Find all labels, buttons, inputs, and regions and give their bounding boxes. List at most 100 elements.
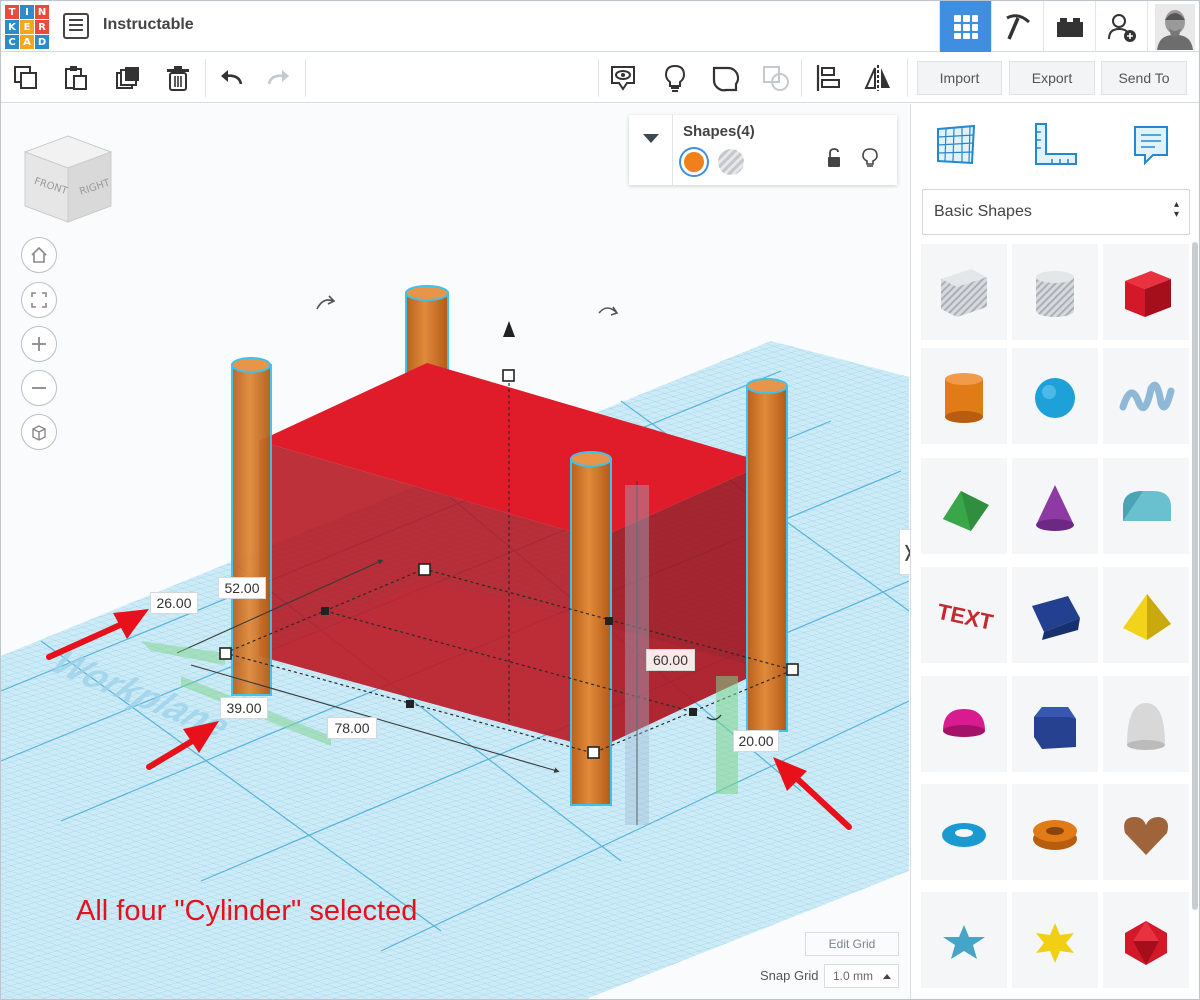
- shape-tile-pyramid[interactable]: [1103, 567, 1189, 663]
- dim-elevation-label[interactable]: 20.00: [733, 730, 779, 752]
- dim-width-label[interactable]: 78.00: [327, 717, 377, 739]
- cylinder-right[interactable]: [746, 378, 788, 732]
- toolbar-divider: [801, 59, 802, 97]
- shape-tile-torus[interactable]: [921, 784, 1007, 880]
- edit-toolbar: Import Export Send To: [1, 53, 1199, 103]
- workplane-canvas[interactable]: Workplane FRONT RIGHT 52.00 26.00 39.00 …: [1, 104, 909, 1000]
- text-icon: TEXT: [935, 599, 996, 635]
- solid-color-swatch[interactable]: [681, 149, 707, 175]
- notes-panel-icon: [1134, 126, 1168, 166]
- undo-button[interactable]: [212, 59, 250, 97]
- redo-button[interactable]: [260, 59, 298, 97]
- invite-user-button[interactable]: [1095, 1, 1147, 52]
- hole-swatch[interactable]: [718, 149, 744, 175]
- align-button[interactable]: [809, 59, 847, 97]
- pickaxe-icon: [1005, 13, 1030, 40]
- library-scrollbar[interactable]: [1192, 242, 1198, 910]
- fit-view-button[interactable]: [21, 282, 57, 318]
- shape-tile-icosahedron[interactable]: [1103, 892, 1189, 988]
- design-title[interactable]: Instructable: [103, 16, 194, 34]
- shape-tile-heart[interactable]: [1103, 784, 1189, 880]
- delete-button[interactable]: [159, 59, 197, 97]
- shape-library-select[interactable]: Basic Shapes: [922, 189, 1190, 235]
- view-cube[interactable]: FRONT RIGHT: [23, 134, 113, 224]
- zoom-in-button[interactable]: [21, 326, 57, 362]
- tab-bricks[interactable]: [1043, 1, 1095, 52]
- zoom-out-button[interactable]: [21, 370, 57, 406]
- inspector-collapse-button[interactable]: [629, 115, 673, 185]
- rotate-handle-icon[interactable]: [316, 295, 336, 310]
- logo-letter: D: [35, 35, 49, 49]
- align-icon: [816, 65, 840, 91]
- workplane-tab[interactable]: [926, 116, 986, 174]
- duplicate-button[interactable]: [109, 59, 147, 97]
- copy-button[interactable]: [7, 59, 45, 97]
- shape-tile-cylinder[interactable]: [921, 348, 1007, 444]
- tab-3d-design[interactable]: [939, 1, 991, 52]
- shape-tile-wedge[interactable]: [1012, 567, 1098, 663]
- import-button[interactable]: Import: [917, 61, 1002, 95]
- light-bulb-icon[interactable]: [862, 148, 878, 168]
- shape-tile-cone[interactable]: [1012, 458, 1098, 554]
- paste-button[interactable]: [57, 59, 95, 97]
- group-button[interactable]: [707, 59, 745, 97]
- cylinder-left[interactable]: [231, 357, 272, 696]
- pyramid-icon: [1123, 594, 1171, 640]
- zoom-out-icon: [32, 387, 46, 389]
- 3d-scene[interactable]: Workplane: [1, 104, 909, 1000]
- shape-tile-box-hole[interactable]: [921, 244, 1007, 340]
- svg-text:TEXT: TEXT: [935, 599, 996, 635]
- shape-tile-scribble[interactable]: [1103, 348, 1189, 444]
- scribble-icon: [1119, 381, 1175, 412]
- paste-icon: [65, 66, 87, 90]
- dim-position-y-label[interactable]: 39.00: [220, 697, 268, 719]
- tab-blocks[interactable]: [991, 1, 1043, 52]
- fit-view-icon: [31, 292, 47, 308]
- notes-toggle-button[interactable]: [656, 59, 694, 97]
- annotation-text: All four "Cylinder" selected: [76, 895, 418, 927]
- shape-tile-sphere[interactable]: [1012, 348, 1098, 444]
- shape-tile-roof[interactable]: [921, 458, 1007, 554]
- lift-arrow-icon[interactable]: [503, 321, 515, 337]
- shape-inspector: Shapes(4): [629, 115, 897, 185]
- ruler-tab[interactable]: [1025, 116, 1085, 174]
- shape-tile-half-sphere[interactable]: [921, 676, 1007, 772]
- edit-grid-button[interactable]: Edit Grid: [805, 932, 899, 956]
- shape-tile-star[interactable]: [921, 892, 1007, 988]
- shape-tile-round-roof[interactable]: [1103, 458, 1189, 554]
- dim-position-x-label[interactable]: 26.00: [150, 592, 198, 614]
- cylinder-back-left[interactable]: [405, 285, 449, 374]
- add-user-icon: [1107, 13, 1136, 42]
- shape-tile-box[interactable]: [1103, 244, 1189, 340]
- logo-letter: C: [5, 35, 19, 49]
- shape-tile-text[interactable]: TEXT: [921, 567, 1007, 663]
- ortho-view-button[interactable]: [21, 414, 57, 450]
- undo-icon: [221, 70, 243, 85]
- redo-icon: [267, 70, 289, 85]
- inspector-title: Shapes(4): [683, 123, 755, 140]
- logo-letter: A: [20, 35, 34, 49]
- mirror-button[interactable]: [859, 59, 897, 97]
- home-view-button[interactable]: [21, 237, 57, 273]
- dim-length-label[interactable]: 52.00: [218, 577, 266, 599]
- shape-tile-paraboloid[interactable]: [1103, 676, 1189, 772]
- snap-grid-select[interactable]: 1.0 mm: [824, 964, 899, 988]
- dim-height-label[interactable]: 60.00: [646, 649, 695, 671]
- show-all-button[interactable]: [604, 59, 642, 97]
- shape-tile-star-six[interactable]: [1012, 892, 1098, 988]
- ungroup-icon: [763, 66, 789, 91]
- profile-menu[interactable]: [1147, 1, 1199, 52]
- ungroup-button[interactable]: [757, 59, 795, 97]
- export-button[interactable]: Export: [1009, 61, 1095, 95]
- design-menu-button[interactable]: [63, 13, 89, 39]
- shape-tile-cylinder-hole[interactable]: [1012, 244, 1098, 340]
- send-to-button[interactable]: Send To: [1101, 61, 1187, 95]
- shape-tile-tube[interactable]: [1012, 784, 1098, 880]
- unlock-icon[interactable]: [826, 148, 842, 168]
- logo-letter: R: [35, 20, 49, 34]
- toolbar-divider: [598, 59, 599, 97]
- notes-tab[interactable]: [1121, 116, 1181, 174]
- shape-tile-polygon[interactable]: [1012, 676, 1098, 772]
- tinkercad-logo[interactable]: TIN KER CAD: [5, 5, 49, 49]
- rotate-handle-icon[interactable]: [598, 306, 619, 316]
